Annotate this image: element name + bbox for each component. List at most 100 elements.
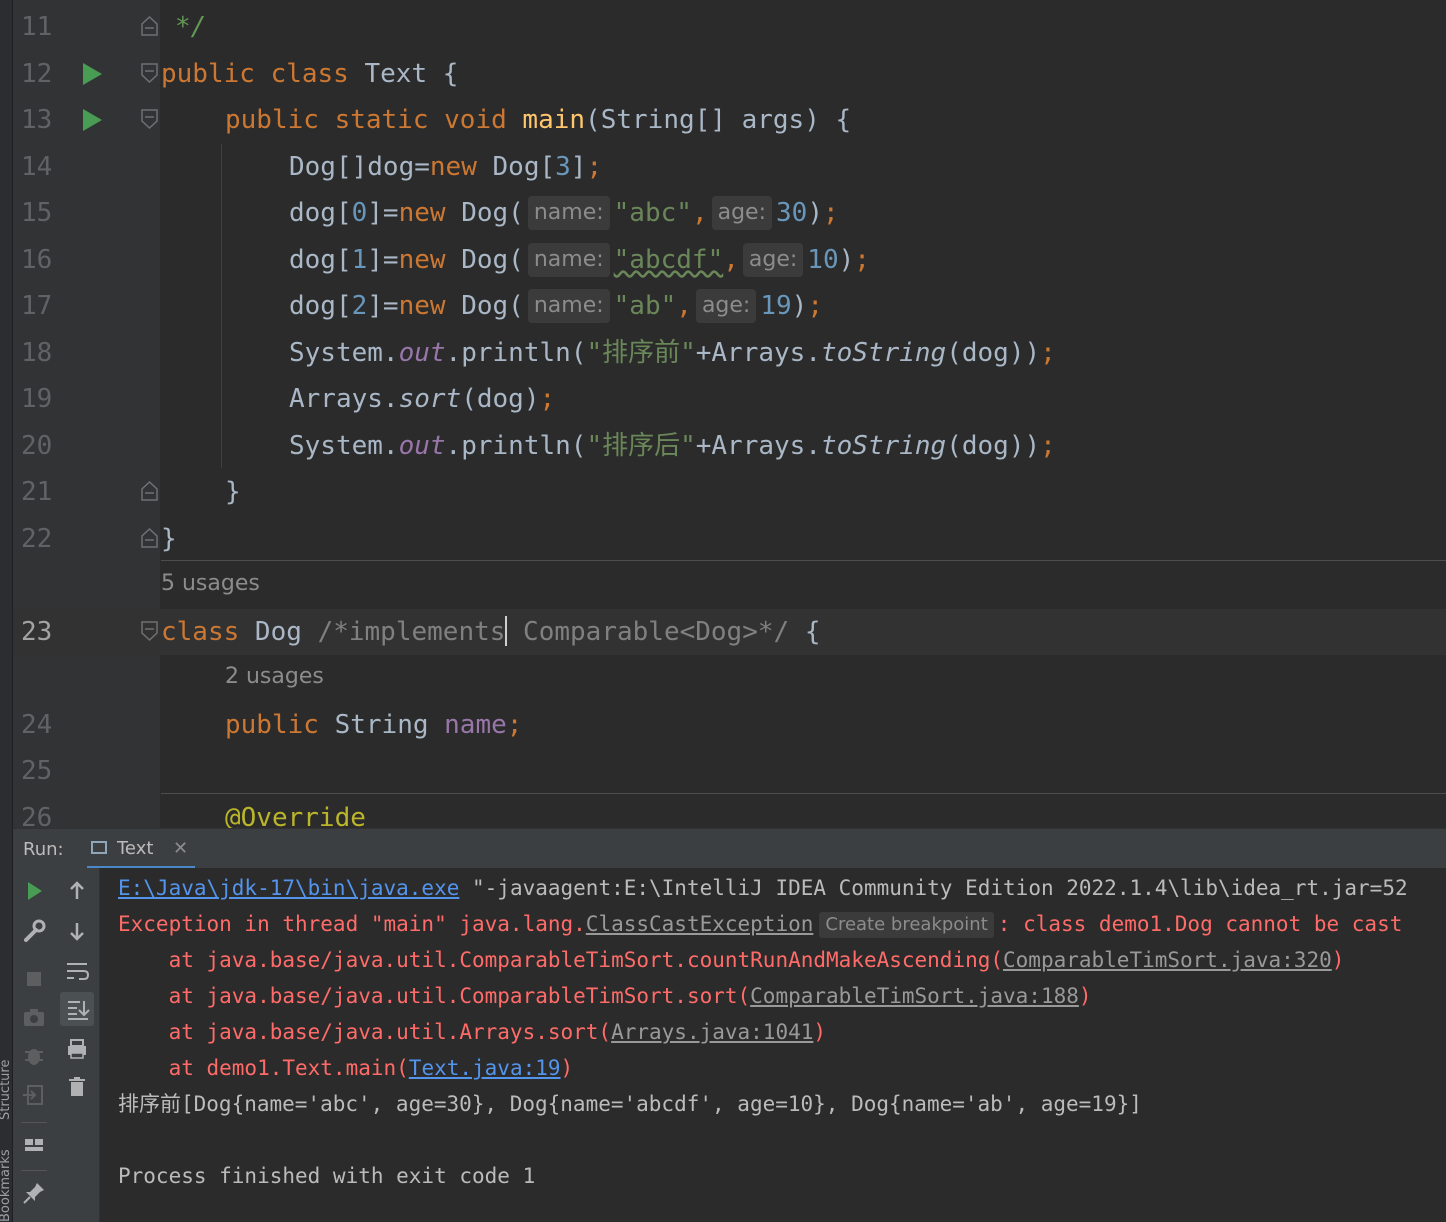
code-text: System.out.println("排序前"+Arrays.toString… bbox=[289, 338, 1056, 368]
stop-icon[interactable] bbox=[19, 964, 49, 994]
fold-start-icon[interactable] bbox=[141, 109, 158, 129]
close-icon[interactable]: ✕ bbox=[173, 838, 188, 859]
fold-end-icon[interactable] bbox=[141, 481, 158, 501]
console-icon bbox=[91, 841, 107, 854]
code-text: public static void main(String[] args) { bbox=[225, 105, 852, 135]
fold-start-icon[interactable] bbox=[141, 63, 158, 83]
code-text: System.out.println("排序后"+Arrays.toString… bbox=[289, 431, 1056, 461]
line-number: 24 bbox=[21, 710, 53, 740]
wrench-icon[interactable] bbox=[19, 916, 49, 946]
stack-trace-link[interactable]: ComparableTimSort.java:188 bbox=[750, 984, 1079, 1008]
code-line: 16 dog[1]=new Dog(name: "abcdf", age: 10); bbox=[13, 237, 1446, 283]
exception-link[interactable]: ClassCastException bbox=[586, 912, 814, 936]
code-line: 25 bbox=[13, 748, 1446, 794]
console-output[interactable]: E:\Java\jdk-17\bin\java.exe "-javaagent:… bbox=[100, 868, 1446, 1222]
param-hint: age: bbox=[711, 196, 772, 230]
code-text: public String name; bbox=[225, 710, 523, 740]
line-number: 13 bbox=[21, 105, 53, 135]
run-tab-label: Text bbox=[117, 838, 154, 859]
code-line: 20 System.out.println("排序后"+Arrays.toStr… bbox=[13, 423, 1446, 469]
console-line: E:\Java\jdk-17\bin\java.exe "-javaagent:… bbox=[118, 876, 1408, 900]
soft-wrap-icon[interactable] bbox=[62, 956, 92, 986]
run-class-icon[interactable] bbox=[83, 63, 102, 85]
source-link[interactable]: Text.java:19 bbox=[409, 1056, 561, 1080]
line-number: 20 bbox=[21, 431, 53, 461]
camera-icon[interactable] bbox=[19, 1002, 49, 1032]
code-line: 13 public static void main(String[] args… bbox=[13, 97, 1446, 143]
rerun-icon[interactable] bbox=[19, 876, 49, 906]
line-number: 11 bbox=[21, 12, 53, 42]
method-separator bbox=[161, 793, 1446, 794]
code-line: 11 */ bbox=[13, 4, 1446, 50]
code-line: 26 @Override bbox=[13, 795, 1446, 828]
run-panel-header: Run: Text ✕ bbox=[13, 828, 1446, 869]
usages-hint[interactable]: 2 usages bbox=[225, 664, 324, 689]
bookmarks-tool-label[interactable]: Bookmarks bbox=[0, 1149, 13, 1222]
line-number: 25 bbox=[21, 756, 53, 786]
line-number: 23 bbox=[21, 617, 53, 647]
current-code-line: 23 class Dog /*implements Comparable<Dog… bbox=[13, 609, 1446, 655]
line-number: 21 bbox=[21, 477, 53, 507]
java-exe-link[interactable]: E:\Java\jdk-17\bin\java.exe bbox=[118, 876, 459, 900]
scroll-to-end-icon[interactable] bbox=[60, 992, 94, 1026]
fold-end-icon[interactable] bbox=[141, 528, 158, 548]
console-line: Exception in thread "main" java.lang.Cla… bbox=[118, 912, 1403, 938]
fold-start-icon[interactable] bbox=[141, 621, 158, 641]
line-number: 14 bbox=[21, 152, 53, 182]
toolbar-divider bbox=[21, 1170, 47, 1171]
code-text: */ bbox=[175, 12, 207, 42]
trash-icon[interactable] bbox=[62, 1072, 92, 1102]
create-breakpoint-button[interactable]: Create breakpoint bbox=[819, 912, 994, 938]
param-hint: name: bbox=[527, 196, 610, 230]
code-text: @Override bbox=[225, 803, 366, 828]
param-hint: name: bbox=[527, 243, 610, 277]
layout-icon[interactable] bbox=[19, 1130, 49, 1160]
arrow-up-icon[interactable] bbox=[62, 876, 92, 906]
code-line: 15 dog[0]=new Dog(name: "abc", age: 30); bbox=[13, 190, 1446, 236]
method-separator bbox=[161, 560, 1446, 561]
code-line: 19 Arrays.sort(dog); bbox=[13, 376, 1446, 422]
run-panel-title: Run: bbox=[23, 839, 64, 860]
left-tool-strip: Structure Bookmarks bbox=[0, 0, 13, 1222]
code-line: 21 } bbox=[13, 469, 1446, 515]
arrow-down-icon[interactable] bbox=[62, 916, 92, 946]
console-line: at java.base/java.util.ComparableTimSort… bbox=[118, 948, 1345, 972]
console-line: at java.base/java.util.Arrays.sort(Array… bbox=[118, 1020, 827, 1044]
print-icon[interactable] bbox=[62, 1034, 92, 1064]
code-text: class Dog /*implements Comparable<Dog>*/… bbox=[161, 616, 821, 647]
structure-tool-label[interactable]: Structure bbox=[0, 1060, 13, 1120]
exit-icon[interactable] bbox=[19, 1080, 49, 1110]
code-line: 14 Dog[]dog=new Dog[3]; bbox=[13, 144, 1446, 190]
run-tab-text[interactable]: Text ✕ bbox=[87, 829, 195, 869]
pin-icon[interactable] bbox=[19, 1178, 49, 1208]
code-text: } bbox=[225, 477, 241, 507]
console-line: Process finished with exit code 1 bbox=[118, 1164, 536, 1188]
code-line: 18 System.out.println("排序前"+Arrays.toStr… bbox=[13, 330, 1446, 376]
console-line: 排序前[Dog{name='abc', age=30}, Dog{name='a… bbox=[118, 1092, 1142, 1116]
code-text: public class Text { bbox=[161, 59, 459, 89]
line-number: 26 bbox=[21, 803, 53, 828]
param-hint: age: bbox=[742, 243, 804, 277]
usages-hint[interactable]: 5 usages bbox=[161, 571, 260, 596]
line-number: 12 bbox=[21, 59, 53, 89]
code-line: 24 public String name; bbox=[13, 702, 1446, 748]
code-editor[interactable]: 11 */ 12 public class Text { 13 public s… bbox=[13, 0, 1446, 828]
code-text: Arrays.sort(dog); bbox=[289, 384, 556, 414]
line-number: 16 bbox=[21, 245, 53, 275]
fold-end-icon[interactable] bbox=[141, 16, 158, 36]
code-line: 12 public class Text { bbox=[13, 51, 1446, 97]
line-number: 15 bbox=[21, 198, 53, 228]
run-toolbar-right bbox=[55, 868, 100, 1222]
run-main-icon[interactable] bbox=[83, 109, 102, 131]
code-text: dog[2]=new Dog(name: "ab", age: 19); bbox=[289, 289, 823, 323]
stack-trace-link[interactable]: Arrays.java:1041 bbox=[611, 1020, 813, 1044]
console-line: at java.base/java.util.ComparableTimSort… bbox=[118, 984, 1092, 1008]
line-number: 18 bbox=[21, 338, 53, 368]
debug-settings-icon[interactable] bbox=[19, 1040, 49, 1070]
stack-trace-link[interactable]: ComparableTimSort.java:320 bbox=[1003, 948, 1332, 972]
line-number: 19 bbox=[21, 384, 53, 414]
run-toolbar-left bbox=[13, 868, 55, 1222]
line-number: 17 bbox=[21, 291, 53, 321]
code-text: } bbox=[161, 524, 177, 554]
toolbar-divider bbox=[21, 1122, 47, 1123]
